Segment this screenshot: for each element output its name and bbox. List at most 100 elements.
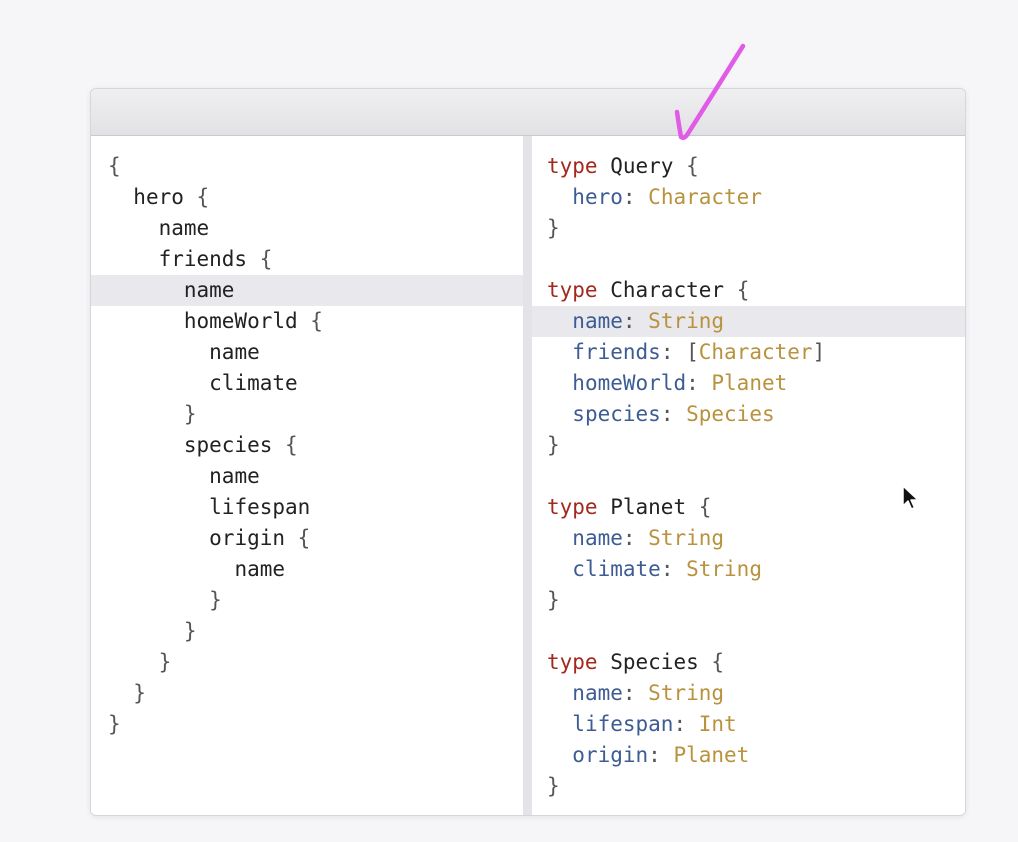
type-name: Species (610, 650, 699, 674)
query-line[interactable]: } (91, 709, 523, 740)
brace: { (736, 278, 750, 302)
schema-code: type Query { hero: Character} type Charac… (532, 151, 965, 802)
field-name: climate (572, 557, 661, 581)
schema-field[interactable]: climate: String (532, 554, 965, 585)
schema-blank-line (532, 616, 965, 647)
bracket: ] (812, 340, 826, 364)
schema-field[interactable]: origin: Planet (532, 740, 965, 771)
query-field: origin (209, 526, 298, 550)
schema-closing-brace[interactable]: } (532, 213, 965, 244)
brace: { (686, 154, 699, 178)
schema-field[interactable]: friends: [Character] (532, 337, 965, 368)
brace: } (108, 712, 121, 736)
query-line[interactable]: } (91, 678, 523, 709)
colon: : (622, 526, 649, 550)
query-line[interactable]: } (91, 647, 523, 678)
field-name: homeWorld (572, 371, 687, 395)
schema-closing-brace[interactable]: } (532, 771, 965, 802)
field-type: Character (648, 185, 762, 209)
schema-closing-brace[interactable]: } (532, 585, 965, 616)
colon: : (660, 557, 687, 581)
query-field: hero (133, 185, 197, 209)
pane-divider[interactable] (523, 136, 532, 815)
schema-field-highlighted[interactable]: name: String (532, 306, 965, 337)
brace: } (158, 650, 172, 674)
query-field: friends (158, 247, 260, 271)
query-line[interactable]: name (91, 461, 523, 492)
colon: : (660, 402, 687, 426)
query-line[interactable]: name (91, 337, 523, 368)
window-titlebar (91, 89, 965, 136)
brace: } (547, 216, 560, 240)
type-name: Query (610, 154, 674, 178)
field-type: String (648, 526, 725, 550)
field-type: Planet (711, 371, 788, 395)
brace: } (547, 588, 560, 612)
schema-closing-brace[interactable]: } (532, 430, 965, 461)
schema-pane[interactable]: type Query { hero: Character} type Charac… (532, 136, 965, 815)
query-line[interactable]: } (91, 585, 523, 616)
schema-blank-line (532, 244, 965, 275)
query-field: species (183, 433, 286, 457)
query-line-highlighted[interactable]: name (91, 275, 523, 306)
query-field: name (209, 340, 260, 364)
schema-type-declaration[interactable]: type Character { (532, 275, 965, 306)
brace: } (547, 433, 560, 457)
colon: : (648, 743, 674, 767)
type-keyword: type (547, 278, 598, 302)
field-type: Planet (673, 743, 750, 767)
bracket: [ (686, 340, 699, 364)
colon: : (660, 340, 687, 364)
colon: : (622, 185, 649, 209)
colon: : (622, 309, 649, 333)
query-field: lifespan (209, 495, 311, 519)
query-line[interactable]: homeWorld { (91, 306, 523, 337)
field-name: name (572, 681, 623, 705)
query-line[interactable]: } (91, 616, 523, 647)
query-field: name (183, 278, 235, 302)
schema-type-declaration[interactable]: type Species { (532, 647, 965, 678)
schema-field[interactable]: lifespan: Int (532, 709, 965, 740)
query-field: name (158, 216, 210, 240)
schema-field[interactable]: homeWorld: Planet (532, 368, 965, 399)
query-line[interactable]: species { (91, 430, 523, 461)
query-line[interactable]: origin { (91, 523, 523, 554)
brace: { (196, 185, 210, 209)
query-line[interactable]: name (91, 554, 523, 585)
field-type: Int (698, 712, 737, 736)
schema-field[interactable]: name: String (532, 523, 965, 554)
schema-field[interactable]: name: String (532, 678, 965, 709)
query-line[interactable]: } (91, 399, 523, 430)
brace: { (711, 650, 725, 674)
brace: } (547, 774, 560, 798)
query-line[interactable]: climate (91, 368, 523, 399)
query-pane[interactable]: { hero { name friends { name homeWorld {… (91, 136, 523, 815)
query-line[interactable]: { (91, 151, 523, 182)
query-line[interactable]: hero { (91, 182, 523, 213)
field-name: origin (572, 743, 649, 767)
type-name: Planet (610, 495, 687, 519)
schema-type-declaration[interactable]: type Query { (532, 151, 965, 182)
colon: : (622, 681, 649, 705)
schema-field[interactable]: hero: Character (532, 182, 965, 213)
field-name: name (572, 526, 623, 550)
type-name: Character (610, 278, 725, 302)
field-name: name (572, 309, 623, 333)
field-type: String (686, 557, 762, 581)
brace: { (297, 526, 311, 550)
brace: } (209, 588, 222, 612)
field-name: friends (572, 340, 661, 364)
code-window: { hero { name friends { name homeWorld {… (90, 88, 966, 816)
query-line[interactable]: lifespan (91, 492, 523, 523)
type-keyword: type (547, 650, 598, 674)
field-type: String (648, 309, 725, 333)
colon: : (673, 712, 699, 736)
field-name: species (572, 402, 661, 426)
schema-field[interactable]: species: Species (532, 399, 965, 430)
query-line[interactable]: friends { (91, 244, 523, 275)
field-type: Species (686, 402, 775, 426)
query-line[interactable]: name (91, 213, 523, 244)
query-field: homeWorld (183, 309, 311, 333)
brace: } (183, 402, 197, 426)
query-field: name (234, 557, 286, 581)
